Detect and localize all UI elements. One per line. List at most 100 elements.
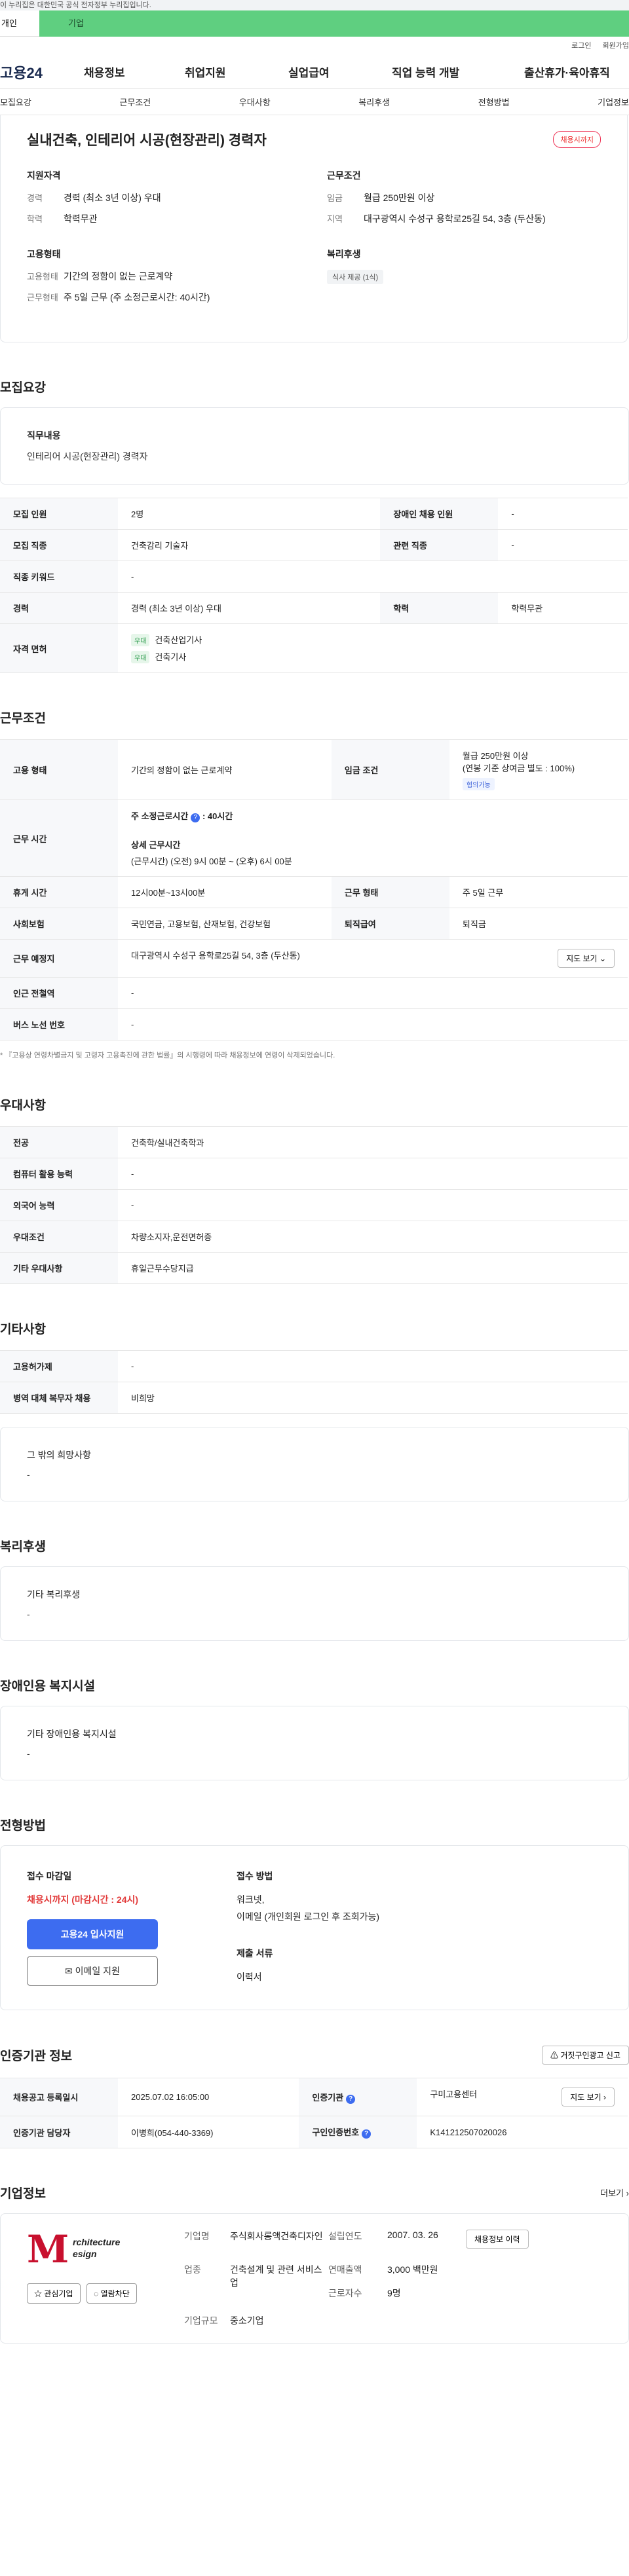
recruit-table: 모집 인원 2명 장애인 채용 인원 - 모집 직종 건축감리 기술자 관련 직종 - 직종… xyxy=(0,498,628,673)
label: 기업규모 xyxy=(184,2315,218,2326)
cert-table: 채용공고 등록일시 2025.07.02 16:05:00 인증기관? 구미고용센터 지… xyxy=(0,2078,628,2148)
value: - xyxy=(118,977,628,1009)
site-logo[interactable]: 고용24 xyxy=(0,62,84,83)
label: 학력 xyxy=(380,592,499,624)
subnav-company[interactable]: 기업정보 xyxy=(598,96,629,108)
method-value: 워크넷, xyxy=(237,1894,265,1905)
subnav-process[interactable]: 전형방법 xyxy=(478,96,510,108)
label: 관련 직종 xyxy=(380,529,499,561)
info-icon[interactable]: ? xyxy=(362,2129,372,2139)
location-value: 대구광역시 수성구 용학로25길 54, 3층 (두산동) xyxy=(131,951,300,961)
label: 사회보험 xyxy=(0,908,118,940)
value: 학력무관 xyxy=(64,213,98,224)
info-icon[interactable]: ? xyxy=(346,2094,356,2104)
label: 우대조건 xyxy=(0,1221,118,1253)
subnav-work[interactable]: 근무조건 xyxy=(119,96,151,108)
etc-section: 기타사항 고용허가제 - 병역 대체 복무자 채용 비희망 그 밖의 희망사항 - xyxy=(0,1319,629,1501)
section-title: 기타사항 xyxy=(0,1323,46,1336)
hours-detail-label: 상세 근무시간 xyxy=(131,840,181,850)
join-link[interactable]: 회원가입 xyxy=(603,42,629,50)
value: 경력 (최소 3년 이상) 우대 xyxy=(118,592,381,624)
wage-cell: 월급 250만원 이상 (연봉 기준 상여금 별도 : 100%) 협의가능 xyxy=(449,739,628,800)
value: 주 5일 근무 xyxy=(449,876,628,908)
gnb-item-parental-leave[interactable]: 출산휴가·육아휴직 xyxy=(524,64,610,80)
industry-value: 건축설계 및 관련 서비스업 xyxy=(230,2264,322,2288)
section-title: 복리후생 xyxy=(0,1540,46,1554)
favorite-company-button[interactable]: ☆ 관심기업 xyxy=(27,2283,81,2304)
license-item: 건축기사 xyxy=(155,652,187,662)
docs-value: 이력서 xyxy=(237,1972,262,1982)
value: 기간의 정함이 없는 근로계약 xyxy=(118,739,332,800)
label: 구인인증번호? xyxy=(299,2116,417,2148)
label: 인근 전철역 xyxy=(0,977,118,1009)
block-company-button[interactable]: ◌ 열람차단 xyxy=(86,2283,137,2304)
facility-value: - xyxy=(27,1748,30,1759)
subnav-pref[interactable]: 우대사항 xyxy=(239,96,271,108)
label: 버스 노선 번호 xyxy=(0,1008,118,1040)
duty-box: 직무내용 인테리어 시공(현장관리) 경력자 xyxy=(0,407,629,485)
sales-value: 3,000 백만원 xyxy=(387,2264,438,2275)
map-button-label: 지도 보기 xyxy=(566,954,598,963)
logo-mark: M xyxy=(27,2227,69,2272)
tab-company[interactable]: 기업 xyxy=(39,10,629,37)
apply-button[interactable]: 고용24 입사지원 xyxy=(27,1919,158,1949)
email-apply-button[interactable]: ✉ 이메일 지원 xyxy=(27,1956,158,1986)
value: - xyxy=(118,1158,628,1190)
recruit-history-button[interactable]: 채용정보 이력 xyxy=(466,2230,529,2249)
value: - xyxy=(498,529,628,561)
value: 이병희(054-440-3369) xyxy=(118,2116,299,2148)
global-nav: 고용24 채용정보 취업지원 실업급여 직업 능력 개발 출산휴가·육아휴직 xyxy=(0,55,629,89)
job-summary-card: 실내건축, 인테리어 시공(현장관리) 경력자 채용시까지 지원자격 경력 경력 … xyxy=(0,115,628,342)
login-link[interactable]: 로그인 xyxy=(571,42,591,50)
label: 인증기관 담당자 xyxy=(0,2116,118,2148)
value: 건축감리 기술자 xyxy=(118,529,381,561)
more-link[interactable]: 더보기 › xyxy=(600,2186,629,2199)
value: - xyxy=(498,498,628,530)
label: 학력 xyxy=(27,214,43,224)
block-label: 열람차단 xyxy=(100,2289,130,2298)
summary-conditions: 근무조건 임금 월급 250만원 이상 지역 대구광역시 수성구 용학로25길 54… xyxy=(327,169,601,233)
value: 12시00분~13시00분 xyxy=(118,876,332,908)
gnb-item-unemployment[interactable]: 실업급여 xyxy=(288,64,392,80)
gnb-item-employment-support[interactable]: 취업지원 xyxy=(185,64,288,80)
label: 설립연도 xyxy=(328,2231,362,2241)
more-label: 더보기 xyxy=(600,2188,624,2198)
docs-heading: 제출 서류 xyxy=(237,1948,273,1959)
value: 비희망 xyxy=(118,1382,628,1414)
etc-table: 고용허가제 - 병역 대체 복무자 채용 비희망 xyxy=(0,1350,628,1414)
label: 모집 인원 xyxy=(0,498,118,530)
company-section: 기업정보 더보기 › M rchitecture esign ☆ 관심기업 ◌ 열… xyxy=(0,2184,629,2344)
welfare-heading: 기타 복리후생 xyxy=(27,1589,81,1600)
label: 임금 조건 xyxy=(331,739,449,800)
summary-welfare: 복리후생 식사 제공 (1식) xyxy=(327,248,601,312)
value: K141212507020026 xyxy=(417,2116,628,2148)
info-icon[interactable]: ? xyxy=(191,813,200,822)
tab-person[interactable]: 개인 xyxy=(0,10,39,37)
gnb-item-training[interactable]: 직업 능력 개발 xyxy=(392,64,524,80)
label: 채용공고 등록일시 xyxy=(0,2078,118,2116)
employment-heading: 고용형태 xyxy=(27,249,61,259)
label: 인증기관? xyxy=(299,2078,417,2116)
gnb-item-jobs[interactable]: 채용정보 xyxy=(84,64,185,80)
alert-icon: ⚠ xyxy=(550,2051,561,2060)
value: 건축학/실내건축학과 xyxy=(118,1126,628,1158)
subnav-welfare[interactable]: 복리후생 xyxy=(358,96,390,108)
value: - xyxy=(118,1008,628,1040)
agency-map-button[interactable]: 지도 보기 › xyxy=(562,2088,615,2107)
logo-text-line: rchitecture xyxy=(73,2237,121,2247)
work-section: 근무조건 고용 형태 기간의 정함이 없는 근로계약 임금 조건 월급 250만원 이… xyxy=(0,708,629,1060)
job-title: 실내건축, 인테리어 시공(현장관리) 경력자 xyxy=(27,133,267,148)
report-fake-ad-button[interactable]: ⚠ 거짓구인광고 신고 xyxy=(542,2046,629,2065)
logo-text: rchitecture esign xyxy=(73,2236,120,2260)
requests-box: 그 밖의 희망사항 - xyxy=(0,1427,629,1501)
label: 자격 면허 xyxy=(0,623,118,673)
welfare-value: - xyxy=(27,1609,30,1619)
chevron-right-icon: › xyxy=(603,2093,606,2102)
map-button[interactable]: 지도 보기 ⌄ xyxy=(558,949,615,968)
sales-emp-labels: 연매출액 근로자수 xyxy=(328,2263,387,2300)
value: 퇴직금 xyxy=(449,908,628,940)
label: 기업명 xyxy=(184,2231,210,2241)
utility-bar: 로그인 회원가입 xyxy=(0,37,629,55)
chevron-down-icon: ⌄ xyxy=(599,954,606,963)
subnav-recruit[interactable]: 모집요강 xyxy=(0,96,31,108)
